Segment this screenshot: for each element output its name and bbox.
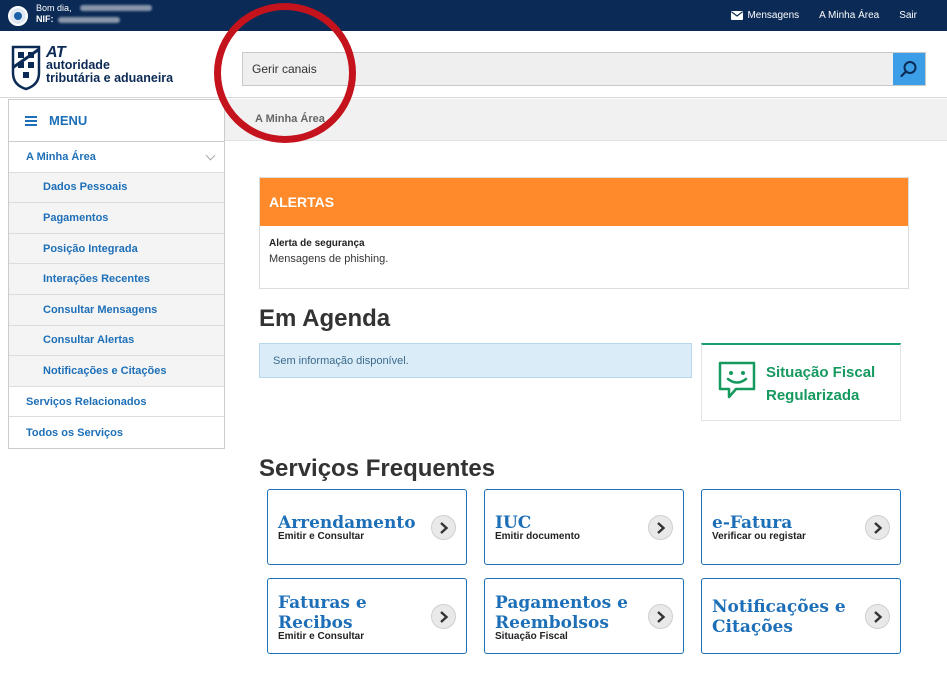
fiscal-status-line-2: Regularizada bbox=[766, 387, 860, 404]
agenda-title: Em Agenda bbox=[259, 305, 391, 332]
sidebar-item-label: A Minha Área bbox=[26, 150, 96, 163]
chevron-right-icon bbox=[431, 515, 456, 540]
service-card-title: e-Fatura bbox=[712, 513, 793, 533]
chevron-right-icon bbox=[865, 515, 890, 540]
fiscal-status-line-1: Situação Fiscal bbox=[766, 364, 876, 381]
search-button[interactable] bbox=[893, 53, 925, 85]
sidebar-subitem-integrated-position[interactable]: Posição Integrada bbox=[9, 233, 224, 265]
service-card-subtitle: Emitir e Consultar bbox=[278, 631, 365, 642]
chevron-right-icon bbox=[648, 515, 673, 540]
alert-title[interactable]: Alerta de segurança bbox=[269, 238, 365, 249]
service-card-title: Notificações e Citações bbox=[712, 597, 846, 637]
sidebar-item-label: Dados Pessoais bbox=[43, 181, 128, 194]
sidebar-subitem-alerts[interactable]: Consultar Alertas bbox=[9, 325, 224, 357]
sidebar-item-label: Notificações e Citações bbox=[43, 364, 167, 377]
logout-link-label: Sair bbox=[899, 10, 917, 21]
logo-text: AT autoridade tributária e aduaneira bbox=[46, 45, 174, 85]
smiley-chat-icon bbox=[718, 361, 756, 399]
chevron-right-icon bbox=[865, 604, 890, 629]
sidebar: MENU A Minha Área Dados Pessoais Pagamen… bbox=[8, 99, 225, 449]
service-card-title: Faturas e Recibos bbox=[278, 593, 367, 633]
sidebar-item-label: Todos os Serviços bbox=[26, 426, 123, 439]
sidebar-subitem-recent-interactions[interactable]: Interações Recentes bbox=[9, 264, 224, 295]
service-card-payments[interactable]: Pagamentos e Reembolsos Situação Fiscal bbox=[484, 578, 684, 654]
sidebar-item-my-area[interactable]: A Minha Área bbox=[9, 142, 224, 173]
sidebar-item-label: Interações Recentes bbox=[43, 273, 150, 286]
service-card-title: Pagamentos e Reembolsos bbox=[495, 593, 628, 633]
alerts-panel: ALERTAS Alerta de segurança Mensagens de… bbox=[259, 177, 909, 289]
menu-toggle[interactable]: MENU bbox=[9, 100, 224, 142]
mail-icon bbox=[731, 11, 744, 20]
redacted-nif bbox=[58, 17, 120, 23]
top-bar: Bom dia, NIF: Mensagens A Minha Área Sai… bbox=[0, 0, 947, 31]
logo-line-2: tributária e aduaneira bbox=[46, 71, 174, 85]
search-icon bbox=[900, 61, 917, 78]
service-card-subtitle: Emitir documento bbox=[495, 531, 581, 542]
service-card-efatura[interactable]: e-Fatura Verificar ou registar bbox=[701, 489, 901, 565]
sidebar-item-label: Consultar Mensagens bbox=[43, 303, 158, 316]
sidebar-subitem-personal-data[interactable]: Dados Pessoais bbox=[9, 172, 224, 204]
logout-link[interactable]: Sair bbox=[899, 10, 917, 21]
top-links: Mensagens A Minha Área Sair bbox=[731, 0, 917, 31]
service-card-iuc[interactable]: IUC Emitir documento bbox=[484, 489, 684, 565]
sidebar-subitem-payments[interactable]: Pagamentos bbox=[9, 203, 224, 234]
breadcrumb-bar: A Minha Área bbox=[225, 99, 947, 141]
greeting-text: Bom dia, bbox=[36, 3, 72, 13]
fiscal-status-card[interactable]: Situação Fiscal Regularizada bbox=[701, 343, 901, 421]
agenda-empty-message: Sem informação disponível. bbox=[259, 343, 692, 378]
chevron-down-icon bbox=[205, 150, 216, 161]
alerts-header: ALERTAS bbox=[260, 178, 908, 226]
sidebar-item-related-services[interactable]: Serviços Relacionados bbox=[9, 387, 224, 418]
sidebar-item-label: Posição Integrada bbox=[43, 242, 138, 255]
sidebar-item-label: Consultar Alertas bbox=[43, 334, 135, 347]
service-card-rental[interactable]: Arrendamento Emitir e Consultar bbox=[267, 489, 467, 565]
frequent-services-title: Serviços Frequentes bbox=[259, 455, 496, 482]
service-card-subtitle: Situação Fiscal bbox=[495, 631, 568, 642]
fiscal-status-text: Situação Fiscal Regularizada bbox=[766, 361, 875, 407]
breadcrumb[interactable]: A Minha Área bbox=[255, 113, 325, 125]
search-input[interactable] bbox=[243, 53, 893, 85]
service-card-title: IUC bbox=[495, 513, 532, 533]
service-card-invoices[interactable]: Faturas e Recibos Emitir e Consultar bbox=[267, 578, 467, 654]
service-card-notifications[interactable]: Notificações e Citações bbox=[701, 578, 901, 654]
user-avatar-icon bbox=[8, 6, 28, 26]
site-header: AT autoridade tributária e aduaneira bbox=[0, 31, 947, 98]
chevron-right-icon bbox=[431, 604, 456, 629]
my-area-link-label: A Minha Área bbox=[819, 10, 880, 21]
my-area-link[interactable]: A Minha Área bbox=[819, 10, 879, 21]
redacted-name bbox=[80, 5, 152, 11]
sidebar-item-label: Serviços Relacionados bbox=[26, 395, 147, 408]
messages-link-label: Mensagens bbox=[747, 10, 800, 21]
sidebar-item-all-services[interactable]: Todos os Serviços bbox=[9, 417, 224, 448]
hamburger-icon bbox=[25, 115, 37, 126]
at-crest-icon bbox=[11, 45, 41, 91]
search-bar bbox=[242, 52, 926, 86]
service-card-subtitle: Emitir e Consultar bbox=[278, 531, 365, 542]
service-card-title: Arrendamento bbox=[278, 513, 416, 533]
alert-text: Mensagens de phishing. bbox=[269, 253, 389, 265]
messages-link[interactable]: Mensagens bbox=[731, 10, 799, 21]
chevron-right-icon bbox=[648, 604, 673, 629]
service-card-subtitle: Verificar ou registar bbox=[712, 531, 806, 542]
menu-label: MENU bbox=[49, 113, 88, 128]
sidebar-subitem-notifications[interactable]: Notificações e Citações bbox=[9, 356, 224, 387]
at-logo[interactable]: AT autoridade tributária e aduaneira bbox=[10, 43, 190, 91]
sidebar-item-label: Pagamentos bbox=[43, 211, 109, 224]
sidebar-subitem-messages[interactable]: Consultar Mensagens bbox=[9, 294, 224, 326]
